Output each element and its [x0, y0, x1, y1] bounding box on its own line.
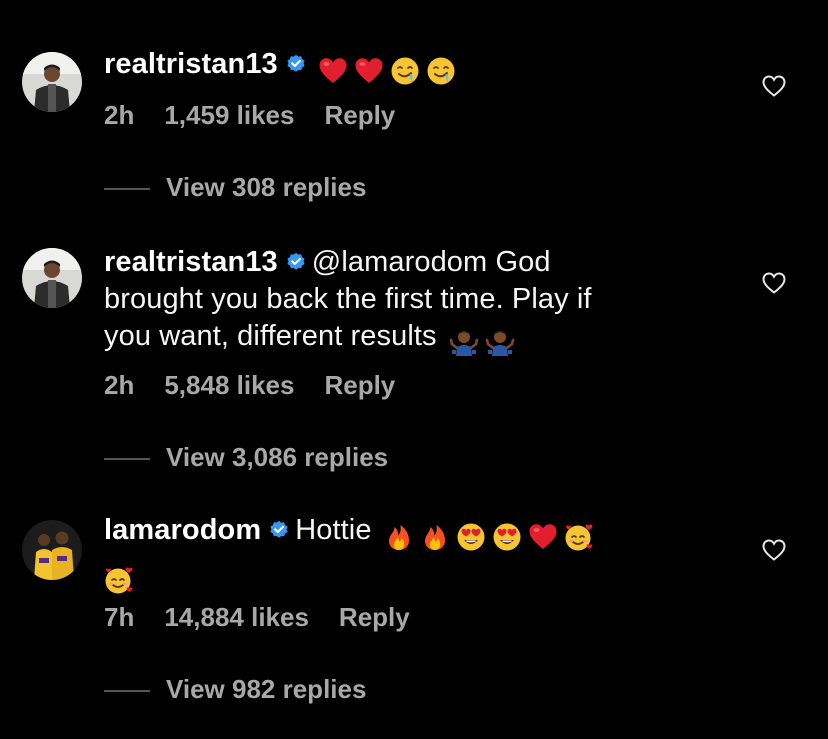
username[interactable]: realtristan13	[104, 246, 278, 278]
likes-count[interactable]: 5,848 likes	[164, 370, 294, 400]
avatar[interactable]	[22, 52, 82, 112]
drooling-face-icon	[426, 56, 456, 86]
view-replies-divider	[104, 458, 150, 461]
emoji-group	[372, 518, 594, 555]
comment-item: lamarodom Hottie 7h 14,884 likes Reply View…	[0, 490, 828, 739]
like-heart-icon[interactable]	[762, 75, 786, 97]
smiling-face-with-hearts-icon	[104, 565, 134, 595]
view-replies-divider	[104, 188, 150, 191]
emoji-group	[437, 324, 515, 361]
comment-text: realtristan13 @lamarodom God brought you …	[104, 244, 724, 361]
reply-button[interactable]: Reply	[339, 602, 410, 632]
timestamp: 2h	[104, 100, 135, 130]
comment-text: realtristan13	[104, 46, 724, 89]
comment-body-line2: brought you back the first time. Play if	[104, 283, 592, 315]
comment-text: lamarodom Hottie	[104, 512, 724, 598]
fire-icon	[420, 522, 450, 552]
likes-count[interactable]: 1,459 likes	[164, 100, 294, 130]
comment-meta: 2h 1,459 likes Reply	[104, 100, 425, 131]
heart-eyes-icon	[456, 522, 486, 552]
red-heart-icon	[354, 56, 384, 86]
verified-badge-icon	[286, 54, 306, 74]
person-shrugging-icon	[485, 328, 515, 358]
red-heart-icon	[318, 56, 348, 86]
view-replies-button[interactable]: View 3,086 replies	[104, 442, 388, 473]
fire-icon	[384, 522, 414, 552]
drooling-face-icon	[390, 56, 420, 86]
smiling-face-with-hearts-icon	[564, 522, 594, 552]
view-replies-divider	[104, 690, 150, 693]
comment-body-line1: @lamarodom God	[311, 246, 551, 278]
reply-button[interactable]: Reply	[324, 370, 395, 400]
comment-meta: 7h 14,884 likes Reply	[104, 602, 440, 633]
avatar[interactable]	[22, 248, 82, 308]
comment-meta: 2h 5,848 likes Reply	[104, 370, 425, 401]
red-heart-icon	[528, 522, 558, 552]
likes-count[interactable]: 14,884 likes	[164, 602, 309, 632]
username[interactable]: realtristan13	[104, 48, 278, 80]
timestamp: 2h	[104, 370, 135, 400]
verified-badge-icon	[286, 252, 306, 272]
person-shrugging-icon	[449, 328, 479, 358]
like-heart-icon[interactable]	[762, 272, 786, 294]
comment-body-line3: you want, different results	[104, 320, 437, 352]
reply-button[interactable]: Reply	[324, 100, 395, 130]
like-heart-icon[interactable]	[762, 539, 786, 561]
avatar[interactable]	[22, 520, 82, 580]
view-replies-label: View 308 replies	[166, 172, 367, 202]
comment-body: Hottie	[295, 514, 372, 546]
view-replies-button[interactable]: View 308 replies	[104, 172, 366, 203]
comment-item: realtristan13 2h 1,459 likes Reply View 30…	[0, 0, 828, 220]
view-replies-label: View 3,086 replies	[166, 442, 389, 472]
emoji-group	[312, 52, 456, 89]
heart-eyes-icon	[492, 522, 522, 552]
verified-badge-icon	[269, 520, 289, 540]
emoji-group	[104, 561, 134, 598]
username[interactable]: lamarodom	[104, 514, 261, 546]
view-replies-button[interactable]: View 982 replies	[104, 674, 366, 705]
view-replies-label: View 982 replies	[166, 674, 367, 704]
comment-item: realtristan13 @lamarodom God brought you …	[0, 220, 828, 490]
timestamp: 7h	[104, 602, 135, 632]
